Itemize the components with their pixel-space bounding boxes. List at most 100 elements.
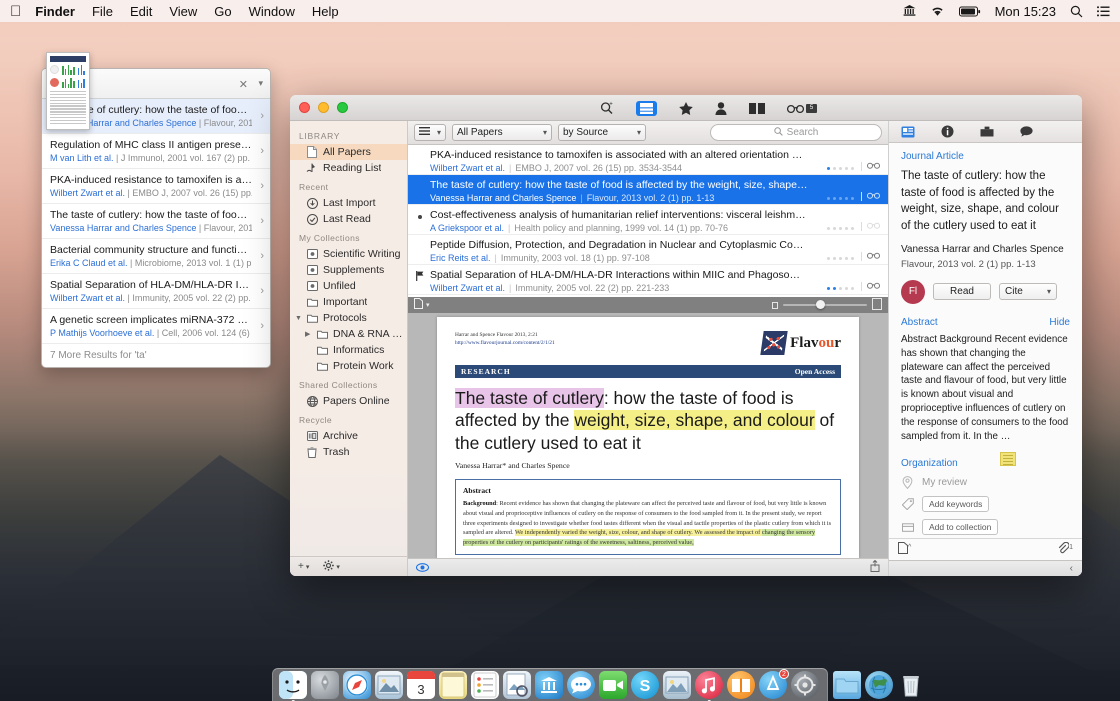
table-row[interactable]: PKA-induced resistance to tamoxifen is a… (408, 145, 888, 175)
cite-button[interactable]: Cite ▾ (999, 283, 1057, 301)
share-icon[interactable] (870, 559, 880, 575)
finder-result-item[interactable]: Bacterial community structure and functi… (42, 239, 270, 274)
search-add-icon[interactable]: + (600, 101, 614, 115)
dock-item-trash[interactable] (897, 671, 925, 699)
chevron-right-icon[interactable]: › (260, 180, 264, 192)
sidebar-item-reading-list[interactable]: Reading List (290, 160, 407, 176)
sidebar-item-important[interactable]: Important (290, 294, 407, 310)
table-row[interactable]: The taste of cutlery: how the taste of f… (408, 175, 888, 205)
reading-glasses-icon[interactable] (867, 248, 880, 262)
dock-item-notes[interactable] (439, 671, 467, 699)
reading-glasses-icon[interactable] (867, 218, 880, 232)
menu-item-window[interactable]: Window (249, 4, 295, 19)
dock-item-app-store-bank[interactable] (535, 671, 563, 699)
sidebar-item-informatics[interactable]: Informatics (290, 342, 407, 358)
chevron-right-icon[interactable]: › (260, 145, 264, 157)
chevron-down-icon[interactable]: ▾ (258, 78, 263, 89)
dock-item-reminders[interactable] (471, 671, 499, 699)
disclosure-triangle-closed-icon[interactable]: ▶ (305, 330, 310, 338)
dock-item-finder[interactable] (279, 671, 307, 701)
paper-rating[interactable] (827, 227, 854, 230)
paper-rating[interactable] (827, 167, 854, 170)
table-row[interactable]: Spatial Separation of HLA-DM/HLA-DR Inte… (408, 265, 888, 295)
menu-item-help[interactable]: Help (312, 4, 339, 19)
star-icon[interactable] (679, 101, 693, 115)
finder-search-input[interactable] (70, 76, 220, 91)
keywords-row[interactable]: Add keywords (901, 495, 1070, 512)
dock-item-iphoto[interactable] (663, 671, 691, 699)
add-to-collection-button[interactable]: Add to collection (922, 518, 999, 535)
paper-rating[interactable] (827, 197, 854, 200)
menu-item-finder[interactable]: Finder (35, 4, 75, 19)
dock-item-ibooks[interactable] (727, 671, 755, 699)
sidebar-item-protein-work[interactable]: Protein Work (290, 358, 407, 374)
sidebar-item-dna-rna-work[interactable]: ▶ DNA & RNA work (290, 326, 407, 342)
sidebar-item-all-papers[interactable]: All Papers (290, 144, 407, 160)
paperclip-icon[interactable]: 1 (1057, 541, 1073, 557)
menu-item-file[interactable]: File (92, 4, 113, 19)
zoom-slider-group[interactable] (772, 297, 882, 313)
battery-icon[interactable] (958, 6, 981, 17)
add-keywords-button[interactable]: Add keywords (922, 495, 990, 512)
tab-supplements[interactable] (980, 126, 994, 137)
bank-icon[interactable] (903, 5, 916, 17)
paper-rating[interactable] (827, 257, 854, 260)
menu-bar-clock[interactable]: Mon 15:23 (995, 4, 1056, 19)
zoom-slider-handle[interactable] (816, 300, 825, 309)
tab-details[interactable] (941, 125, 954, 138)
pdf-viewer[interactable]: Harrar and Spence Flavour 2013, 2:21 htt… (408, 313, 888, 558)
chevron-right-icon[interactable]: › (260, 285, 264, 297)
dock-item-system-preferences[interactable] (791, 671, 819, 699)
minimize-button[interactable] (318, 102, 329, 113)
sort-dropdown[interactable]: by Source ▾ (558, 124, 646, 141)
paper-rating[interactable] (827, 287, 854, 290)
sidebar-item-papers-online[interactable]: Papers Online (290, 393, 407, 409)
menu-item-edit[interactable]: Edit (130, 4, 152, 19)
reading-glasses-icon[interactable]: 5 (787, 103, 817, 113)
filter-dropdown[interactable]: All Papers ▾ (452, 124, 552, 141)
dock-item-messages[interactable] (567, 671, 595, 699)
list-view-icon[interactable] (636, 100, 657, 116)
add-collection-button[interactable]: + ▾ (298, 561, 309, 572)
finder-result-item[interactable]: The taste of cutlery: how the taste of f… (42, 204, 270, 239)
document-count-icon[interactable]: ^ (898, 542, 911, 557)
wifi-icon[interactable] (930, 5, 945, 17)
table-row[interactable]: Cost-effectiveness analysis of humanitar… (408, 205, 888, 235)
sidebar-item-last-import[interactable]: Last Import (290, 195, 407, 211)
view-mode-menu[interactable]: ▾ (414, 124, 446, 141)
page-icon[interactable] (414, 298, 423, 312)
finder-result-item[interactable]: Regulation of MHC class II antigen prese… (42, 134, 270, 169)
settings-menu-button[interactable]: ▾ (323, 559, 340, 574)
zoom-button[interactable] (337, 102, 348, 113)
chevron-right-icon[interactable]: › (260, 320, 264, 332)
dock-item-app-store[interactable]: 2 (759, 669, 789, 699)
person-icon[interactable] (715, 101, 727, 115)
finder-result-item[interactable]: PKA-induced resistance to tamoxifen is a… (42, 169, 270, 204)
eye-icon[interactable] (415, 561, 430, 575)
finder-result-item[interactable]: Spatial Separation of HLA-DM/HLA-DR Inte… (42, 274, 270, 309)
window-titlebar[interactable]: + 5 (290, 95, 1082, 121)
sidebar-item-scientific-writing[interactable]: Scientific Writing (290, 246, 407, 262)
abstract-hide-link[interactable]: Hide (1049, 317, 1070, 328)
pdf-sticky-note-annotation[interactable] (1000, 452, 1016, 466)
menu-item-view[interactable]: View (169, 4, 197, 19)
table-row[interactable]: Peptide Diffusion, Protection, and Degra… (408, 235, 888, 265)
collection-row[interactable]: Add to collection (901, 518, 1070, 535)
finder-more-results[interactable]: 7 More Results for 'ta' (42, 344, 270, 367)
sidebar-item-archive[interactable]: Archive (290, 428, 407, 444)
reading-glasses-icon[interactable] (867, 158, 880, 172)
zoom-slider[interactable] (783, 300, 867, 309)
dock-item-downloads-folder[interactable] (833, 671, 861, 699)
chevron-down-icon[interactable]: ▾ (426, 301, 430, 309)
my-review-row[interactable]: My review (901, 476, 1070, 489)
notification-center-icon[interactable] (1097, 5, 1110, 17)
reading-glasses-icon[interactable] (867, 188, 880, 202)
library-search-input[interactable]: Search (710, 124, 882, 141)
reading-glasses-icon[interactable] (867, 278, 880, 292)
flag-icon[interactable] (416, 271, 424, 283)
chevron-right-icon[interactable]: › (260, 215, 264, 227)
sidebar-item-supplements[interactable]: Supplements (290, 262, 407, 278)
disclosure-triangle-open-icon[interactable]: ▼ (295, 315, 302, 322)
chevron-left-icon[interactable]: ‹ (1070, 563, 1073, 574)
apple-menu-icon[interactable]:  (10, 4, 21, 19)
